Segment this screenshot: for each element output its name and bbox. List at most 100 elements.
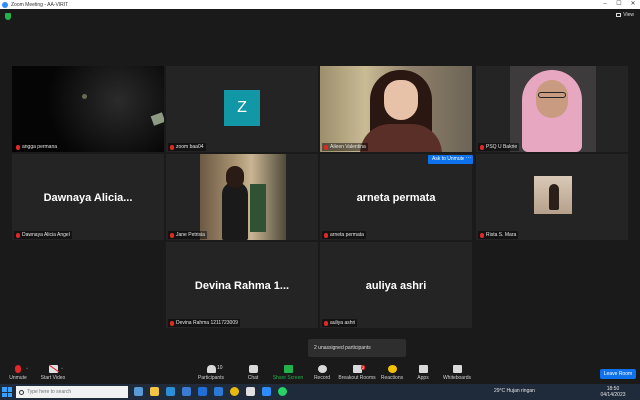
windows-start-icon[interactable] [2,387,12,397]
share-screen-label: Share Screen [272,375,304,381]
breakout-rooms-label: Breakout Rooms [338,375,376,381]
participant-display-name: Devina Rahma 1... [194,280,290,292]
name-tag: auliya ashri [322,319,358,327]
chevron-up-icon[interactable]: ^ [61,366,63,371]
muted-mic-icon [170,232,174,238]
whiteboards-button[interactable]: Whiteboards [437,365,477,381]
weather-indicator[interactable]: 29°C Hujan ringan [494,388,535,394]
zoom-taskbar-icon[interactable] [262,387,271,396]
window-controls: – ☐ ✕ [598,0,640,9]
muted-mic-icon [16,232,20,238]
file-explorer-icon[interactable] [150,387,159,396]
participant-name: Aileen Valentina [330,144,366,150]
participant-name: zoom baa04 [176,144,204,150]
reactions-label: Reactions [380,375,404,381]
microphone-off-icon [15,365,21,373]
whatsapp-icon[interactable] [278,387,287,396]
chevron-up-icon[interactable]: ^ [26,366,28,371]
search-input[interactable] [27,389,117,395]
video-feed [534,176,572,214]
view-button[interactable]: View [616,12,634,18]
word-icon[interactable] [198,387,207,396]
muted-mic-icon [480,232,484,238]
taskbar-search[interactable] [16,386,128,398]
participant-tile[interactable]: Z zoom baa04 [166,66,318,152]
leave-room-button[interactable]: Leave Room [600,369,636,379]
taskbar-clock[interactable]: 18:50 04/14/2023 [598,386,628,398]
edge-browser-icon[interactable] [166,387,175,396]
view-label: View [623,12,634,18]
participant-tile[interactable]: PSQ U Bakrie [476,66,628,152]
record-icon [317,365,327,373]
participants-button[interactable]: 10 Participants [191,365,231,381]
grid-view-icon [616,13,622,17]
reactions-icon [387,365,397,373]
meeting-toolbar: ^ Unmute ^ Start Video 10 Participants C… [0,362,640,384]
whiteboard-icon [452,365,462,373]
name-tag: zoom baa04 [168,143,206,151]
participant-tile-active-speaker[interactable]: Aileen Valentina [320,66,472,152]
share-screen-icon [283,365,293,373]
participant-name: Rista S. Mara [486,232,517,238]
mail-icon[interactable] [182,387,191,396]
unmute-label: Unmute [9,375,27,381]
participant-tile[interactable]: Rista S. Mara [476,154,628,240]
breakout-rooms-button[interactable]: 2 Breakout Rooms [337,365,377,381]
chat-icon [248,365,258,373]
video-feed [12,66,164,152]
security-shield-icon[interactable] [5,13,11,20]
participant-name: angga permana [22,144,58,150]
muted-mic-icon [324,232,328,238]
participant-display-name: Dawnaya Alicia... [43,192,133,204]
participants-label: Participants [197,375,225,381]
name-tag: Rista S. Mara [478,231,519,239]
participant-display-name: auliya ashri [365,280,427,292]
participant-name: auliya ashri [330,320,356,326]
muted-mic-icon [480,144,484,150]
name-tag: Dawnaya Alicia Angel [14,231,72,239]
breakout-badge: 2 [361,365,366,370]
muted-mic-icon [324,320,328,326]
apps-label: Apps [417,375,429,381]
record-button[interactable]: Record [302,365,342,381]
participant-tile[interactable]: angga permana [12,66,164,152]
avatar: Z [224,90,260,126]
muted-mic-icon [324,144,328,150]
chat-button[interactable]: Chat [233,365,273,381]
muted-mic-icon [170,144,174,150]
search-icon [19,389,24,395]
maximize-button[interactable]: ☐ [612,0,626,9]
notepad-icon[interactable] [246,387,255,396]
more-options-button[interactable]: ··· [464,155,473,164]
unassigned-participants-notice[interactable]: 2 unassigned participants [308,339,406,357]
window-title: Zoom Meeting - AA-VIRIT [11,1,69,8]
start-video-button[interactable]: ^ Start Video [33,365,73,381]
minimize-button[interactable]: – [598,0,612,9]
name-tag: angga permana [14,143,60,151]
task-view-icon[interactable] [134,387,143,396]
name-tag: Devina Rahma 1211723009 [168,319,240,327]
participant-tile[interactable]: Dawnaya Alicia... Dawnaya Alicia Angel [12,154,164,240]
participant-name: Jane Petrisia [176,232,205,238]
ask-to-unmute-button[interactable]: Ask to Unmute [428,155,469,164]
zoom-app-icon [2,1,8,8]
window-titlebar: Zoom Meeting - AA-VIRIT – ☐ ✕ [0,0,640,9]
name-tag: PSQ U Bakrie [478,143,520,151]
name-tag: arneta permata [322,231,366,239]
name-tag: Aileen Valentina [322,143,368,151]
store-icon[interactable] [214,387,223,396]
participant-tile[interactable]: auliya ashri auliya ashri [320,242,472,328]
participant-tile[interactable]: arneta permata arneta permata [320,154,472,240]
whiteboards-label: Whiteboards [442,375,472,381]
name-tag: Jane Petrisia [168,231,207,239]
close-button[interactable]: ✕ [626,0,640,9]
participant-name: Dawnaya Alicia Angel [22,232,70,238]
muted-mic-icon [170,320,174,326]
apps-icon [418,365,428,373]
windows-taskbar: 29°C Hujan ringan 18:50 04/14/2023 [0,384,640,400]
participant-tile[interactable]: Jane Petrisia [166,154,318,240]
participant-tile[interactable]: Devina Rahma 1... Devina Rahma 121172300… [166,242,318,328]
participant-name: PSQ U Bakrie [486,144,518,150]
chrome-icon[interactable] [230,387,239,396]
start-video-label: Start Video [40,375,66,381]
